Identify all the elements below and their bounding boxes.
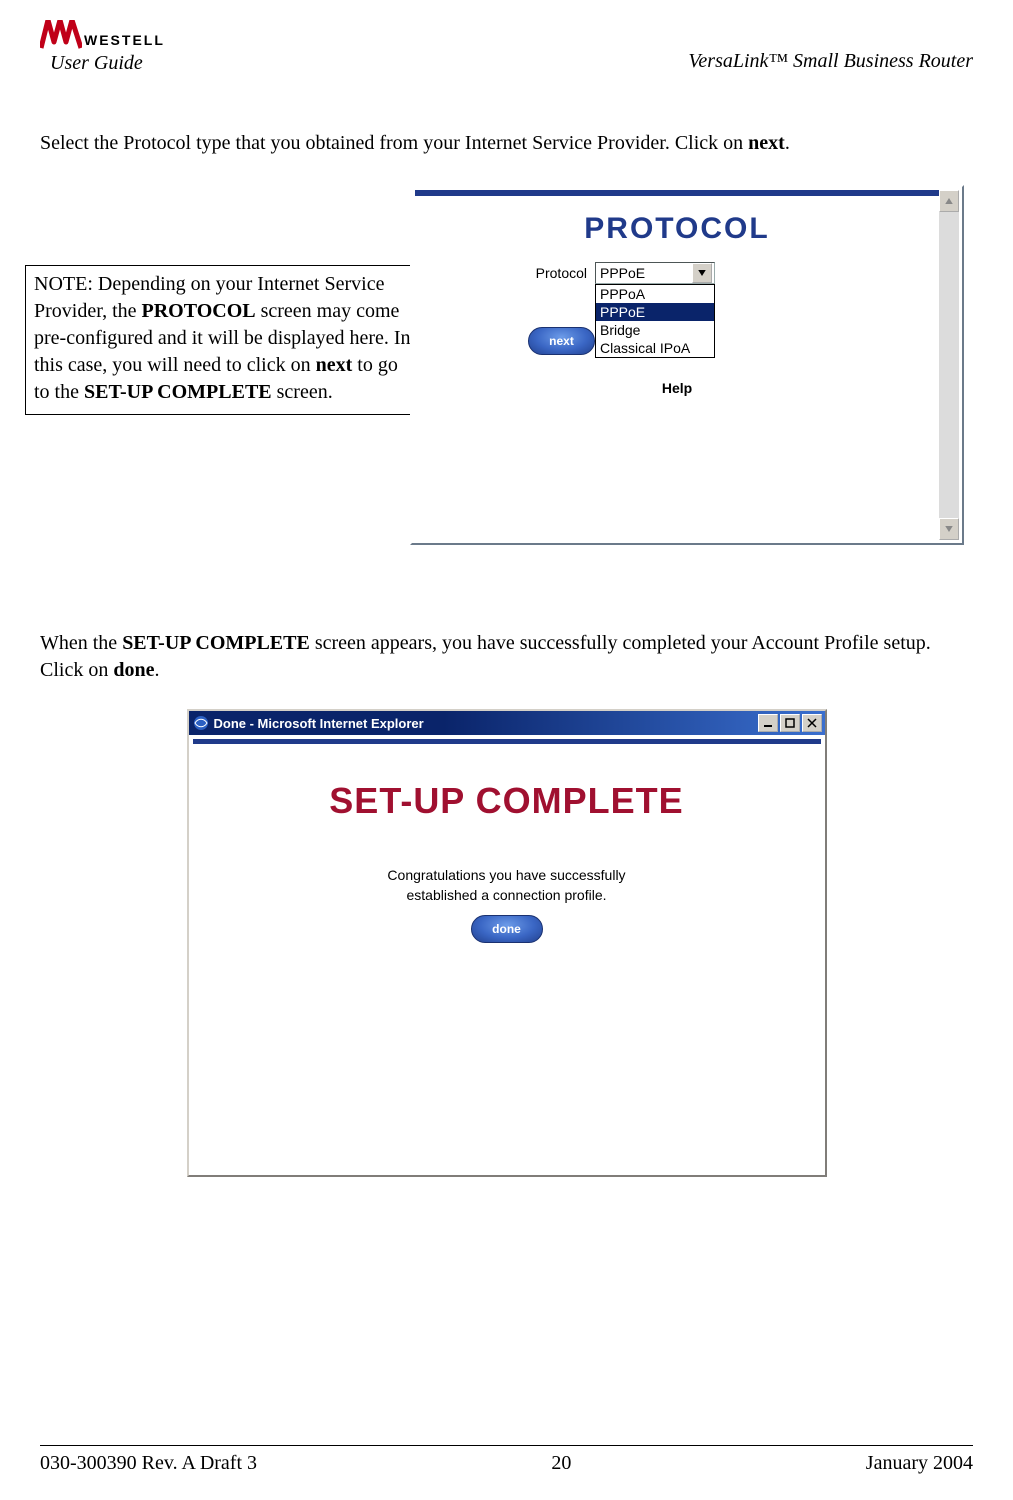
scroll-up-button[interactable] — [939, 190, 959, 212]
note-box: NOTE: Depending on your Internet Service… — [25, 265, 423, 415]
protocol-option[interactable]: Classical IPoA — [596, 339, 714, 357]
congrats-text: Congratulations you have successfully es… — [189, 865, 825, 905]
note-bold3: SET-UP COMPLETE — [84, 381, 272, 403]
chevron-up-icon — [945, 198, 953, 204]
westell-logo: WESTELL — [40, 20, 165, 50]
intro2-t1: When the — [40, 632, 122, 654]
done-button-label: done — [492, 922, 521, 936]
page-header: WESTELL User Guide VersaLink™ Small Busi… — [40, 20, 973, 77]
scrollbar[interactable] — [939, 190, 959, 540]
done-window: Done - Microsoft Internet Explorer SET-U… — [187, 709, 827, 1177]
window-title: Done - Microsoft Internet Explorer — [214, 716, 424, 731]
next-button-label: next — [549, 334, 574, 348]
intro1-text: Select the Protocol type that you obtain… — [40, 132, 748, 154]
minimize-button[interactable] — [758, 714, 778, 732]
footer-page-number: 20 — [551, 1452, 571, 1475]
congrats-line2: established a connection profile. — [406, 887, 606, 903]
footer-left: 030-300390 Rev. A Draft 3 — [40, 1452, 257, 1475]
maximize-icon — [785, 718, 795, 728]
minimize-icon — [763, 718, 773, 728]
note-bold1: PROTOCOL — [142, 300, 256, 322]
done-button[interactable]: done — [471, 915, 543, 943]
window-accent-bar — [193, 739, 821, 744]
window-titlebar: Done - Microsoft Internet Explorer — [189, 711, 825, 735]
page-footer: 030-300390 Rev. A Draft 3 20 January 200… — [40, 1437, 973, 1475]
close-button[interactable] — [802, 714, 822, 732]
maximize-button[interactable] — [780, 714, 800, 732]
intro2-b1: SET-UP COMPLETE — [122, 632, 310, 654]
close-icon — [807, 718, 817, 728]
intro2-b2: done — [113, 659, 154, 681]
setup-complete-heading: SET-UP COMPLETE — [189, 780, 825, 822]
next-button[interactable]: next — [528, 327, 595, 355]
user-guide-label: User Guide — [50, 52, 165, 75]
intro-paragraph-2: When the SET-UP COMPLETE screen appears,… — [40, 630, 973, 684]
protocol-dropdown[interactable]: PPPoE PPPoA PPPoE Bridge Classical IPoA — [595, 262, 715, 358]
help-link[interactable]: Help — [412, 380, 942, 396]
protocol-select[interactable]: PPPoE — [595, 262, 715, 284]
protocol-option[interactable]: Bridge — [596, 321, 714, 339]
protocol-option[interactable]: PPPoA — [596, 285, 714, 303]
congrats-line1: Congratulations you have successfully — [387, 867, 625, 883]
intro1-suffix: . — [785, 132, 790, 154]
intro1-bold: next — [748, 132, 785, 154]
intro2-t3: . — [154, 659, 159, 681]
footer-right: January 2004 — [866, 1452, 973, 1475]
protocol-field-label: Protocol — [527, 262, 595, 281]
protocol-window: PROTOCOL Protocol PPPoE PPPoA PPPo — [410, 185, 964, 545]
note-bold2: next — [316, 354, 353, 376]
product-name: VersaLink™ Small Business Router — [688, 50, 973, 75]
protocol-option[interactable]: PPPoE — [596, 303, 714, 321]
window-accent-bar — [415, 190, 959, 196]
note-text4: screen. — [272, 381, 333, 403]
ie-icon — [193, 715, 209, 731]
header-left: WESTELL User Guide — [40, 20, 165, 75]
protocol-option-list: PPPoA PPPoE Bridge Classical IPoA — [595, 284, 715, 358]
logo-mark-icon — [40, 20, 82, 50]
chevron-down-icon — [945, 526, 953, 532]
protocol-selected-value: PPPoE — [600, 265, 645, 281]
protocol-heading: PROTOCOL — [412, 212, 942, 246]
logo-text: WESTELL — [84, 32, 165, 50]
intro-paragraph-1: Select the Protocol type that you obtain… — [40, 132, 973, 155]
chevron-down-icon — [698, 270, 706, 276]
dropdown-arrow-button[interactable] — [692, 263, 712, 283]
scroll-down-button[interactable] — [939, 518, 959, 540]
